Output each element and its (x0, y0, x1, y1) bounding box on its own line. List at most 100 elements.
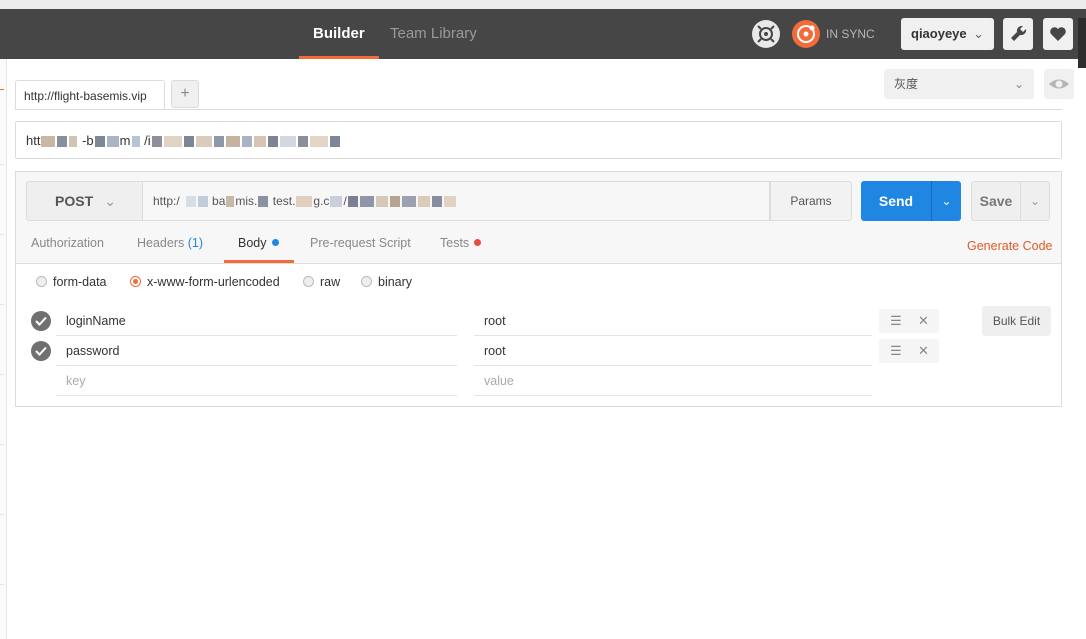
new-param-value-input[interactable]: value (474, 366, 872, 396)
tests-indicator-dot (474, 239, 482, 246)
radio-raw[interactable]: raw (303, 275, 340, 289)
request-tab[interactable]: http://flight-basemis.vip (15, 80, 165, 110)
chevron-down-icon: ⌄ (941, 194, 952, 208)
radio-icon (361, 276, 372, 287)
redacted-block (197, 196, 208, 208)
request-name-fragment: -b (82, 133, 94, 148)
window-top-strip (0, 0, 1086, 9)
sidebar-collapsed-edge[interactable] (0, 59, 7, 639)
sidebar-divider (0, 374, 4, 375)
tab-authorization[interactable]: Authorization (31, 236, 104, 250)
drag-handle-icon[interactable]: ☰ (890, 339, 902, 363)
send-options-button[interactable]: ⌄ (931, 181, 961, 221)
url-fragment: / (343, 194, 347, 208)
url-fragment: http:/ (153, 194, 180, 208)
param-key-input[interactable]: password (56, 336, 457, 366)
bulk-edit-button[interactable]: Bulk Edit (982, 306, 1051, 336)
save-options-button[interactable]: ⌄ (1020, 181, 1050, 221)
param-row-actions: ☰ ✕ (879, 309, 939, 333)
send-button[interactable]: Send (861, 181, 931, 221)
tab-pre-request-script[interactable]: Pre-request Script (310, 236, 411, 250)
redacted-block (296, 196, 313, 208)
redacted-block (69, 136, 78, 148)
radio-binary[interactable]: binary (361, 275, 412, 289)
param-value-input[interactable]: root (474, 306, 872, 336)
redacted-block (151, 136, 162, 148)
environment-select[interactable]: 灰度 ⌄ (884, 69, 1034, 99)
new-param-key-input[interactable]: key (56, 366, 457, 396)
sidebar-divider (0, 234, 4, 235)
params-button[interactable]: Params (770, 181, 852, 221)
param-enabled-checkbox[interactable] (31, 311, 51, 331)
redacted-block (375, 196, 388, 208)
redacted-block (183, 136, 194, 148)
redacted-block (330, 196, 343, 208)
url-fragment: mis. (235, 194, 258, 208)
param-row-empty: key value (16, 366, 1061, 396)
environment-quick-look-button[interactable] (1044, 69, 1074, 99)
redacted-block (258, 196, 269, 208)
redacted-block (163, 136, 182, 148)
interceptor-icon[interactable] (751, 19, 781, 49)
tab-label: Headers (137, 236, 185, 250)
radio-icon (303, 276, 314, 287)
headers-count-badge: (1) (187, 236, 204, 250)
param-row: loginName root ☰ ✕ (16, 306, 1061, 336)
sidebar-divider (0, 164, 4, 165)
radio-x-www-form-urlencoded[interactable]: x-www-form-urlencoded (130, 275, 280, 289)
sync-icon[interactable] (791, 19, 821, 49)
checkmark-icon (35, 346, 47, 356)
add-tab-button[interactable]: + (171, 80, 199, 108)
redacted-block (347, 196, 358, 208)
tab-team-library[interactable]: Team Library (390, 9, 477, 59)
sidebar-divider (0, 514, 4, 515)
settings-button[interactable] (1003, 18, 1033, 50)
chevron-down-icon: ⌄ (1013, 77, 1024, 91)
radio-icon (36, 276, 47, 287)
redacted-block (94, 136, 105, 148)
redacted-block (195, 136, 212, 148)
url-input[interactable]: http:/ ba mis. test. g.c / (143, 181, 770, 221)
environment-selected: 灰度 (894, 77, 919, 91)
save-button[interactable]: Save (971, 181, 1021, 221)
radio-form-data[interactable]: form-data (36, 275, 107, 289)
generate-code-link[interactable]: Generate Code (967, 239, 1052, 253)
method-value: POST (55, 193, 94, 209)
tab-body[interactable]: Body (238, 236, 279, 250)
drag-handle-icon[interactable]: ☰ (890, 309, 902, 333)
request-name-field[interactable]: htt -b m /i (15, 121, 1062, 159)
request-name-fragment: m (119, 133, 131, 148)
redacted-block (41, 136, 56, 148)
heart-icon (1050, 27, 1066, 41)
user-menu-button[interactable]: qiaoyeye ⌄ (901, 18, 994, 50)
redacted-block (57, 136, 68, 148)
param-enabled-checkbox[interactable] (31, 341, 51, 361)
sidebar-divider (0, 584, 4, 585)
app-header: Builder Team Library IN SYNC qiaoyeye ⌄ (0, 9, 1086, 68)
chevron-down-icon: ⌄ (104, 193, 116, 209)
support-button[interactable] (1043, 18, 1073, 50)
sidebar-divider (0, 444, 4, 445)
redacted-block (359, 196, 374, 208)
tab-tests[interactable]: Tests (440, 236, 482, 250)
redacted-block (297, 136, 308, 148)
redacted-block (401, 196, 416, 208)
method-select[interactable]: POST ⌄ (26, 181, 143, 221)
close-icon[interactable]: ✕ (918, 309, 929, 333)
tab-builder[interactable]: Builder (299, 9, 379, 59)
close-icon[interactable]: ✕ (918, 339, 929, 363)
sidebar-active-marker (0, 89, 4, 90)
tab-label: Authorization (31, 236, 104, 250)
checkmark-icon (35, 316, 47, 326)
tab-headers[interactable]: Headers (1) (137, 236, 203, 250)
radio-selected-icon (130, 276, 141, 287)
tab-label: Pre-request Script (310, 236, 411, 250)
radio-label: x-www-form-urlencoded (147, 275, 280, 289)
param-key-input[interactable]: loginName (56, 306, 457, 336)
redacted-block (443, 196, 456, 208)
param-value-input[interactable]: root (474, 336, 872, 366)
redacted-block (213, 136, 224, 148)
sync-status: IN SYNC (826, 27, 875, 41)
redacted-block (226, 196, 235, 208)
redacted-block (106, 136, 119, 148)
